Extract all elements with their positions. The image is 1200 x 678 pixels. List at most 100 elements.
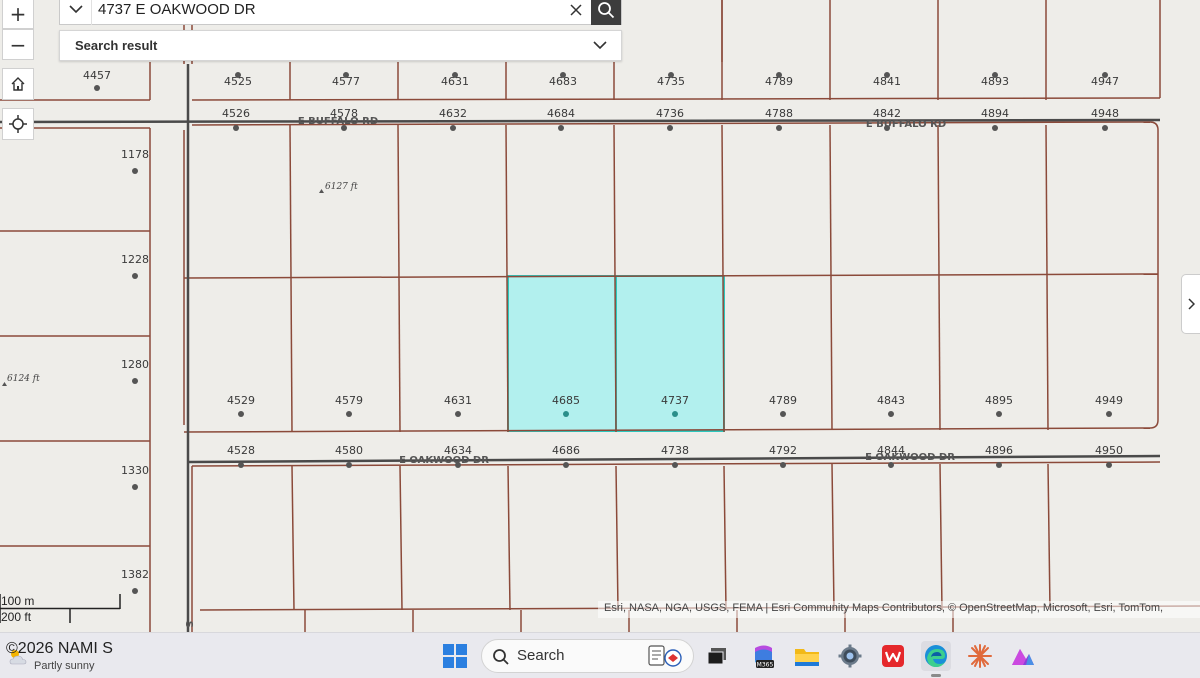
- parcel-4789[interactable]: 4789: [765, 72, 793, 88]
- weather-temperature: ©2026 NAMI S: [6, 640, 113, 657]
- parcel-point: [888, 411, 894, 417]
- search-result-panel[interactable]: Search result: [59, 30, 622, 61]
- parcel-point: [672, 462, 678, 468]
- expand-panel-button[interactable]: [1181, 274, 1200, 334]
- scale-bar: 100 m 200 ft: [0, 591, 130, 627]
- sparkle-app-button[interactable]: [965, 641, 995, 671]
- parcel-point: [1106, 462, 1112, 468]
- parcel-4896[interactable]: 4896: [985, 444, 1013, 468]
- search-source-dropdown[interactable]: [60, 0, 92, 25]
- map-canvas[interactable]: 4457 4525 4577 4631 4683 4735 4789 4841 4893 4947…: [0, 0, 1200, 632]
- task-view-button[interactable]: [702, 641, 732, 671]
- parcel-4789[interactable]: 4789: [769, 394, 797, 417]
- elevation-point-1: 6127 ft: [319, 182, 358, 193]
- parcel-4736[interactable]: 4736: [656, 107, 684, 131]
- parcel-label: 4526: [222, 107, 250, 120]
- parcel-4893[interactable]: 4893: [981, 72, 1009, 88]
- parcel-4528[interactable]: 4528: [227, 444, 255, 468]
- parcel-1330[interactable]: 1330: [121, 464, 149, 490]
- parcel-point: [780, 462, 786, 468]
- parcel-label: 4579: [335, 394, 363, 407]
- parcel-point: [672, 411, 678, 417]
- parcel-1178[interactable]: 1178: [121, 148, 149, 174]
- file-explorer-button[interactable]: [792, 641, 822, 671]
- parcel-4580[interactable]: 4580: [335, 444, 363, 468]
- microsoft-365-button[interactable]: M365: [749, 641, 779, 671]
- creative-app-button[interactable]: [1008, 641, 1038, 671]
- start-button[interactable]: [441, 642, 469, 670]
- parcel-label: 4895: [985, 394, 1013, 407]
- taskbar-search-label: Search: [517, 647, 565, 664]
- parcel-label: 4684: [547, 107, 575, 120]
- locate-button[interactable]: [2, 108, 34, 140]
- chevron-down-icon[interactable]: [593, 41, 607, 50]
- parcel-4894[interactable]: 4894: [981, 107, 1009, 131]
- parcel-4526[interactable]: 4526: [222, 107, 250, 131]
- taskbar: ©2026 NAMI S Partly sunny Search M365: [0, 632, 1200, 678]
- parcel-4843[interactable]: 4843: [877, 394, 905, 417]
- weather-widget[interactable]: ©2026 NAMI S Partly sunny: [4, 637, 154, 675]
- taskbar-search[interactable]: Search: [481, 639, 694, 673]
- parcel-4579[interactable]: 4579: [335, 394, 363, 417]
- parcel-point: [563, 411, 569, 417]
- parcel-4684[interactable]: 4684: [547, 107, 575, 131]
- parcel-4895[interactable]: 4895: [985, 394, 1013, 417]
- map-svg[interactable]: 4457 4525 4577 4631 4683 4735 4789 4841 4893 4947…: [0, 0, 1200, 632]
- parcel-4631[interactable]: 4631: [444, 394, 472, 417]
- parcel-point: [780, 411, 786, 417]
- road-label-buffalo-w: E BUFFALO RD: [298, 116, 378, 127]
- parcel-4457[interactable]: 4457: [83, 69, 111, 91]
- edge-browser-button[interactable]: [921, 641, 951, 677]
- parcel-point: [450, 125, 456, 131]
- selected-parcel-4737[interactable]: [615, 275, 725, 432]
- parcel-point: [238, 462, 244, 468]
- parcel-4577[interactable]: 4577: [332, 72, 360, 88]
- zoom-out-button[interactable]: −: [2, 29, 34, 60]
- home-button[interactable]: [2, 68, 34, 100]
- road-label-vertical: S K: [183, 621, 194, 632]
- weather-description: Partly sunny: [34, 660, 95, 672]
- edge-icon: [925, 645, 947, 667]
- parcel-1228[interactable]: 1228: [121, 253, 149, 279]
- parcel-label: 4529: [227, 394, 255, 407]
- parcel-label: 4736: [656, 107, 684, 120]
- microsoft-365-icon: M365: [755, 645, 774, 669]
- svg-text:M365: M365: [757, 662, 774, 669]
- map-attribution: Esri, NASA, NGA, USGS, FEMA | Esri Commu…: [598, 601, 1200, 618]
- parcel-1280[interactable]: 1280: [121, 358, 149, 384]
- parcel-4948[interactable]: 4948: [1091, 107, 1119, 131]
- parcel-4788[interactable]: 4788: [765, 107, 793, 131]
- wps-office-button[interactable]: [878, 641, 908, 671]
- road-label-oakwood-w: E OAKWOOD DR: [399, 455, 489, 466]
- parcel-4949[interactable]: 4949: [1095, 394, 1123, 417]
- parcel-4631[interactable]: 4631: [441, 72, 469, 88]
- parcel-4792[interactable]: 4792: [769, 444, 797, 468]
- parcel-label: 4843: [877, 394, 905, 407]
- parcel-point: [558, 125, 564, 131]
- parcel-4525[interactable]: 4525: [224, 72, 252, 88]
- settings-button[interactable]: [835, 641, 865, 671]
- parcel-4529[interactable]: 4529: [227, 394, 255, 417]
- parcel-point: [94, 85, 100, 91]
- parcel-4632[interactable]: 4632: [439, 107, 467, 131]
- parcel-4947[interactable]: 4947: [1091, 72, 1119, 88]
- parcel-label: 4789: [765, 75, 793, 88]
- parcel-4735[interactable]: 4735: [657, 72, 685, 88]
- parcel-label: 4948: [1091, 107, 1119, 120]
- parcel-4683[interactable]: 4683: [549, 72, 577, 88]
- clear-search-button[interactable]: [561, 0, 591, 25]
- parcel-point: [238, 411, 244, 417]
- scale-imperial: 200 ft: [1, 610, 32, 624]
- parcel-label: 4788: [765, 107, 793, 120]
- gear-icon: [838, 644, 862, 668]
- zoom-in-button[interactable]: +: [2, 0, 34, 29]
- parcel-4950[interactable]: 4950: [1095, 444, 1123, 468]
- selected-parcel-4685[interactable]: [507, 275, 617, 432]
- search-input[interactable]: [92, 0, 561, 24]
- search-button[interactable]: [591, 0, 621, 25]
- close-icon: [570, 3, 582, 16]
- search-icon: [493, 649, 509, 665]
- parcel-4841[interactable]: 4841: [873, 72, 901, 88]
- road-buffalo: [0, 118, 1161, 124]
- parcel-point: [1102, 125, 1108, 131]
